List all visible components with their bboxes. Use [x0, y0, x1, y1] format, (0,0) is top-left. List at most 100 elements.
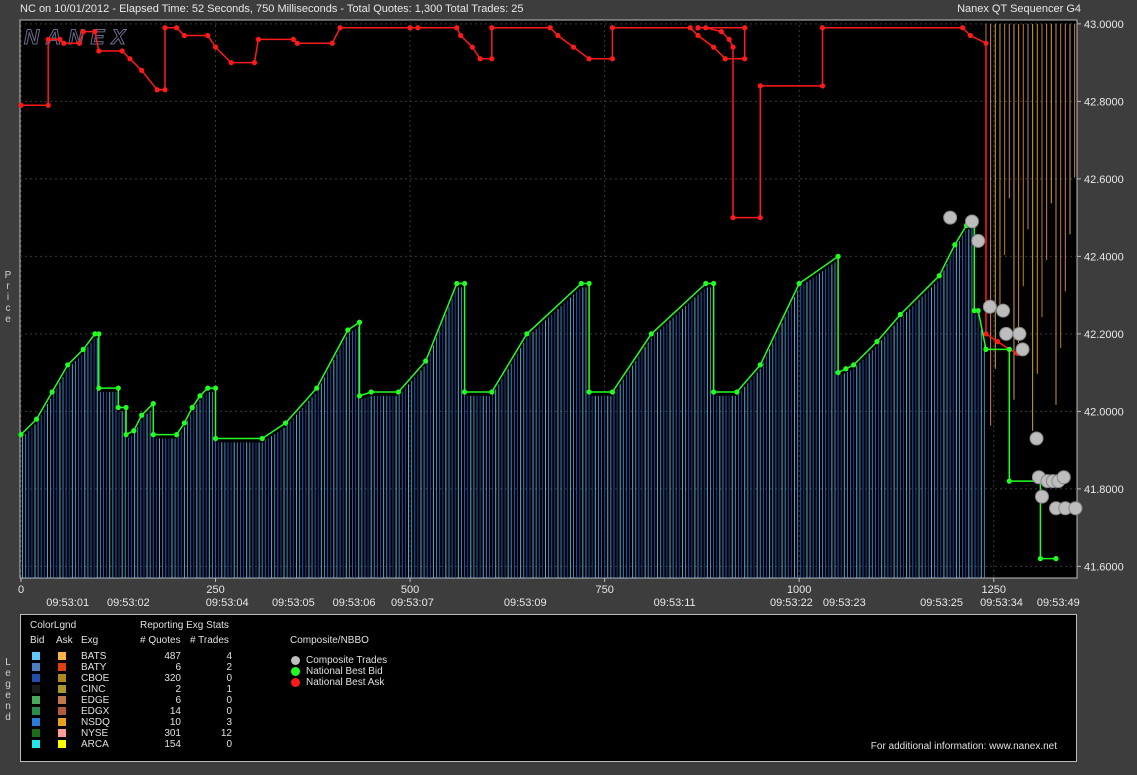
national-best-bid-point: [936, 273, 942, 279]
national-best-bid-point: [952, 242, 958, 248]
national-best-bid-point: [212, 435, 219, 442]
national-best-bid-point: [710, 280, 717, 287]
bid-color-swatch: [32, 707, 40, 715]
exchange-trade-count: 0: [226, 695, 232, 706]
national-best-ask-point: [586, 56, 592, 62]
bid-color-swatch: [32, 729, 40, 737]
national-best-ask-point: [967, 32, 973, 39]
national-best-bid-point: [454, 280, 460, 287]
national-best-ask-point: [730, 215, 736, 221]
national-best-ask-point: [695, 25, 701, 31]
national-best-ask-point: [337, 25, 343, 31]
national-best-bid-point: [150, 401, 156, 407]
national-best-ask-point: [722, 56, 728, 62]
x-axis-ticks: 0 250 500 750 1000 1250 09:53:01 09:53:02 09:53:…: [18, 578, 1080, 609]
national-best-bid-point: [131, 428, 137, 434]
national-best-bid-point: [80, 346, 86, 352]
x-tick-label: 0: [18, 584, 24, 596]
footer-note: For additional information: www.nanex.ne…: [870, 741, 1057, 752]
national-best-bid-point: [586, 280, 592, 287]
national-best-bid-point: [205, 385, 211, 391]
national-best-bid-point: [356, 393, 363, 399]
national-best-bid-point: [1006, 346, 1012, 352]
ask-color-swatch: [58, 663, 66, 671]
legend-ask-header: Ask: [56, 635, 73, 646]
national-best-ask-point: [45, 102, 51, 108]
x-time-label: 09:53:07: [391, 597, 434, 609]
y-axis-ticks: 43.0000 42.8000 42.6000 42.4000 42.2000 42.00…: [1077, 19, 1124, 573]
national-best-bid-point: [356, 319, 363, 325]
national-best-bid-point: [174, 432, 180, 438]
national-best-bid-point: [975, 308, 981, 314]
exchange-quote-count: 154: [164, 739, 181, 750]
national-best-ask-point: [162, 25, 168, 31]
national-best-bid-point: [181, 420, 188, 426]
national-best-bid-point: [395, 389, 402, 395]
ask-color-swatch: [58, 685, 66, 693]
composite-trade-marker: [1029, 431, 1044, 446]
exchange-trade-count: 3: [226, 717, 232, 728]
national-best-ask-point: [139, 67, 145, 73]
national-best-ask-point: [983, 40, 989, 46]
exchange-trade-count: 4: [226, 651, 232, 662]
x-time-label: 09:53:06: [333, 597, 376, 609]
composite-trade-marker: [964, 214, 979, 229]
x-time-label: 09:53:49: [1037, 597, 1080, 609]
legend-exg-header: Exg: [81, 635, 99, 646]
national-best-ask-point: [162, 87, 168, 93]
composite-trade-marker: [1012, 326, 1027, 341]
national-best-ask-point: [458, 32, 464, 39]
nbbo-legend-marker: [291, 678, 300, 687]
x-tick-label: 250: [206, 584, 224, 596]
national-best-ask-point: [212, 44, 219, 50]
national-best-ask-point: [92, 29, 98, 35]
y-tick-label: 42.0000: [1084, 406, 1124, 418]
national-best-bid-point: [489, 389, 495, 395]
ask-color-swatch: [58, 718, 66, 726]
national-best-ask-point: [18, 102, 24, 108]
exchange-name: NYSE: [81, 728, 109, 739]
composite-trade-marker: [1068, 501, 1083, 516]
bid-color-swatch: [32, 696, 40, 704]
national-best-bid-point: [212, 385, 219, 391]
exchange-name: CINC: [81, 684, 106, 695]
exchange-trade-count: 0: [226, 673, 232, 684]
national-best-bid-point: [897, 311, 903, 318]
national-best-bid-point: [345, 327, 351, 333]
legend-trades-header: # Trades: [190, 635, 229, 646]
price-chart: NANEX 43.000042.800042.600042.400042.200…: [18, 19, 1124, 609]
national-best-bid-point: [1053, 556, 1059, 562]
national-best-bid-point: [1006, 478, 1012, 484]
bid-color-swatch: [32, 652, 40, 660]
composite-trade-marker: [1015, 342, 1030, 357]
national-best-bid-point: [461, 280, 468, 287]
legend-side-label: L e g e n d: [5, 657, 11, 723]
national-best-ask-point: [45, 36, 51, 42]
national-best-ask-point: [96, 48, 102, 54]
exchange-quote-count: 301: [164, 728, 181, 739]
x-tick-label: 500: [401, 584, 419, 596]
legend-bid-header: Bid: [30, 635, 45, 646]
national-best-ask-point: [995, 339, 1001, 345]
ask-color-swatch: [58, 740, 66, 748]
national-best-ask-point: [555, 32, 561, 39]
exchange-trade-count: 2: [226, 662, 232, 673]
exchange-trade-count: 0: [226, 706, 232, 717]
national-best-ask-point: [730, 44, 736, 50]
x-time-label: 09:53:11: [654, 597, 696, 609]
exchange-quote-count: 2: [175, 684, 181, 695]
national-best-ask-point: [407, 25, 413, 31]
national-best-ask-point: [710, 44, 717, 50]
national-best-bid-point: [835, 370, 841, 376]
national-best-ask-point: [609, 56, 616, 62]
x-time-label: 09:53:01: [46, 597, 89, 609]
bid-color-swatch: [32, 740, 40, 748]
x-time-label: 09:53:23: [823, 597, 866, 609]
exchange-trade-count: 1: [226, 684, 232, 695]
nbbo-legend-marker: [291, 667, 300, 676]
national-best-ask-point: [329, 40, 335, 46]
composite-trade-marker: [1034, 489, 1049, 504]
y-tick-label: 42.2000: [1084, 329, 1124, 341]
national-best-bid-point: [423, 358, 429, 364]
national-best-ask-point: [742, 25, 748, 31]
